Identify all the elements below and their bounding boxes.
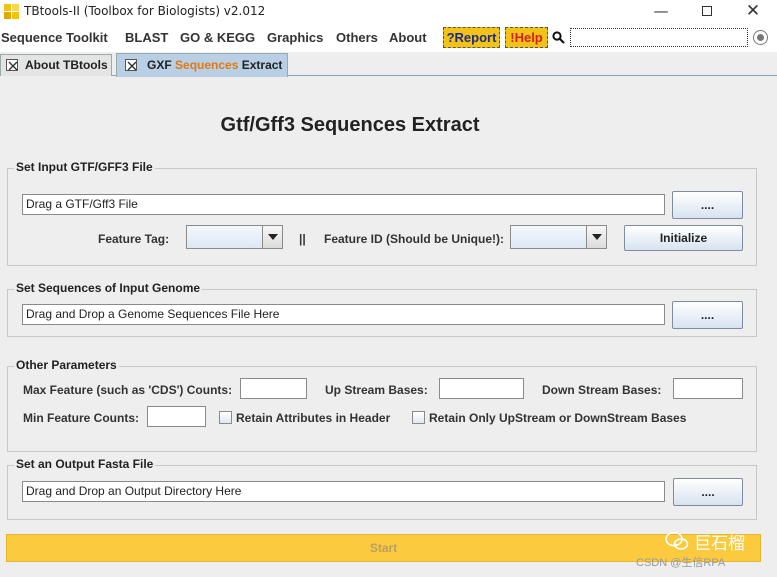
- upstream-input[interactable]: [439, 378, 524, 399]
- retain-attributes-checkbox[interactable]: [219, 411, 232, 424]
- tab-gxf-sequences-extract[interactable]: GXF Sequences Extract: [116, 53, 288, 77]
- genome-browse-button[interactable]: ....: [672, 301, 743, 329]
- title-bar: TBtools-II (Toolbox for Biologists) v2.0…: [0, 0, 777, 24]
- max-feature-input[interactable]: [240, 378, 307, 399]
- tab-close-icon[interactable]: [6, 59, 18, 71]
- watermark-site: CSDN @生信RPA: [636, 557, 726, 569]
- gtf-file-field[interactable]: Drag a GTF/Gff3 File: [22, 194, 665, 215]
- tab-close-icon[interactable]: [125, 59, 137, 71]
- watermark-name: 巨石榴: [694, 534, 745, 553]
- menu-blast[interactable]: BLAST: [125, 30, 168, 45]
- report-button[interactable]: ?Report: [443, 27, 500, 48]
- feature-tag-label: Feature Tag:: [98, 232, 170, 246]
- menu-others[interactable]: Others: [336, 30, 378, 45]
- output-dir-field[interactable]: Drag and Drop an Output Directory Here: [22, 481, 665, 502]
- feature-tag-select[interactable]: [186, 225, 283, 249]
- main-content: Gtf/Gff3 Sequences Extract Set Input GTF…: [0, 77, 777, 577]
- chevron-down-icon[interactable]: [586, 226, 606, 248]
- genome-input-panel: Set Sequences of Input Genome Drag and D…: [7, 281, 757, 337]
- downstream-label: Down Stream Bases:: [542, 383, 662, 397]
- panel-title: Set Sequences of Input Genome: [14, 281, 203, 295]
- page-title: Gtf/Gff3 Sequences Extract: [220, 114, 480, 136]
- separator-text: ||: [299, 232, 306, 246]
- tab-label: GXF Sequences Extract: [147, 58, 282, 72]
- max-feature-label: Max Feature (such as 'CDS') Counts:: [23, 383, 233, 397]
- maximize-button[interactable]: [684, 0, 730, 24]
- tab-bar: About TBtools GXF Sequences Extract: [0, 52, 777, 77]
- help-button[interactable]: !Help: [505, 27, 548, 48]
- tab-label-prefix: GXF: [147, 58, 176, 72]
- menu-sequence-toolkit[interactable]: Sequence Toolkit: [1, 30, 108, 45]
- initialize-button[interactable]: Initialize: [624, 225, 743, 251]
- menu-bar: Sequence Toolkit BLAST GO & KEGG Graphic…: [0, 24, 777, 52]
- retain-only-stream-label[interactable]: Retain Only UpStream or DownStream Bases: [429, 411, 686, 425]
- tab-about-tbtools[interactable]: About TBtools: [0, 54, 112, 76]
- panel-title: Set Input GTF/GFF3 File: [14, 160, 155, 174]
- maximize-icon: [702, 6, 712, 16]
- minimize-button[interactable]: —: [638, 0, 684, 24]
- chevron-down-icon[interactable]: [262, 226, 282, 248]
- search-input[interactable]: [570, 28, 748, 47]
- search-icon[interactable]: [552, 31, 565, 44]
- genome-file-field[interactable]: Drag and Drop a Genome Sequences File He…: [22, 304, 665, 325]
- close-button[interactable]: ✕: [730, 0, 776, 24]
- panel-title: Set an Output Fasta File: [14, 457, 156, 471]
- downstream-input[interactable]: [673, 378, 743, 399]
- panel-title: Other Parameters: [14, 358, 119, 372]
- feature-id-select[interactable]: [510, 225, 607, 249]
- output-browse-button[interactable]: ....: [673, 478, 743, 506]
- output-panel: Set an Output Fasta File Drag and Drop a…: [7, 457, 757, 520]
- tab-label-accent: Sequences: [175, 58, 239, 72]
- window-title: TBtools-II (Toolbox for Biologists) v2.0…: [24, 4, 266, 18]
- tab-label: About TBtools: [25, 58, 108, 72]
- gtf-browse-button[interactable]: ....: [672, 191, 743, 219]
- feature-id-label: Feature ID (Should be Unique!):: [324, 232, 504, 246]
- min-feature-input[interactable]: [147, 406, 206, 427]
- tab-label-suffix: Extract: [238, 58, 283, 72]
- minimize-icon: —: [653, 2, 669, 20]
- min-feature-label: Min Feature Counts:: [23, 411, 139, 425]
- tbtools-app-icon: [4, 4, 20, 20]
- menu-go-kegg[interactable]: GO & KEGG: [180, 30, 255, 45]
- gtf-input-panel: Set Input GTF/GFF3 File Drag a GTF/Gff3 …: [7, 160, 757, 266]
- menu-graphics[interactable]: Graphics: [267, 30, 323, 45]
- menu-about[interactable]: About: [389, 30, 427, 45]
- radio-indicator-icon[interactable]: [753, 30, 768, 45]
- other-parameters-panel: Other Parameters Max Feature (such as 'C…: [7, 358, 757, 452]
- close-icon: ✕: [745, 1, 761, 21]
- retain-attributes-label[interactable]: Retain Attributes in Header: [236, 411, 390, 425]
- wechat-logo-icon: [665, 531, 689, 550]
- retain-only-stream-checkbox[interactable]: [412, 411, 425, 424]
- upstream-label: Up Stream Bases:: [325, 383, 428, 397]
